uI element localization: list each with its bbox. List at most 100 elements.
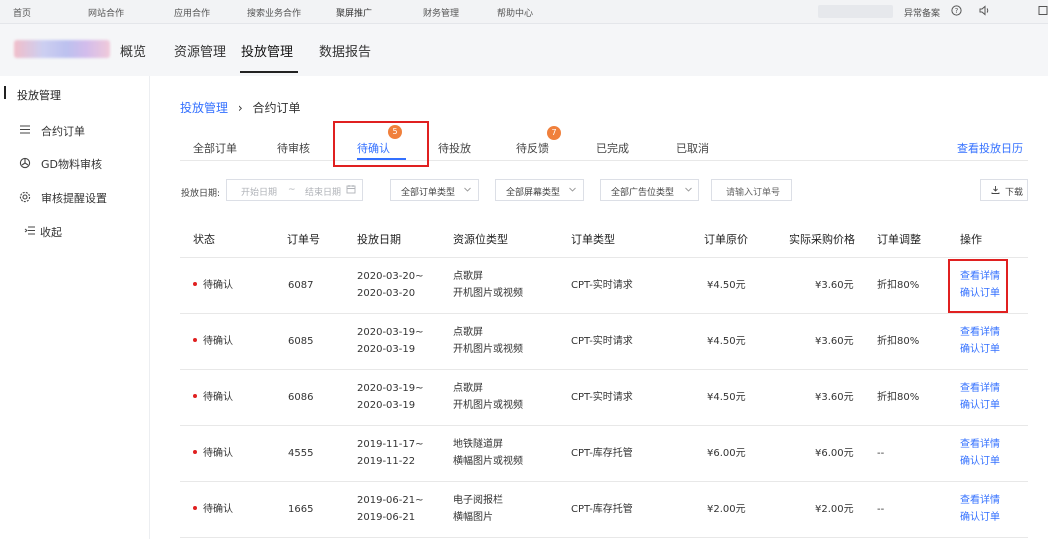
order-number-search[interactable]: 请输入订单号 — [711, 179, 792, 201]
col-delivery-date: 投放日期 — [357, 233, 401, 246]
sound-icon[interactable] — [978, 5, 991, 18]
row-order-id: 6087 — [288, 280, 314, 291]
download-button[interactable]: 下载 — [980, 179, 1028, 201]
row-date-end: 2020-03-19 — [357, 344, 416, 355]
row-actual-price: ¥6.00元 — [815, 448, 854, 459]
mainnav-overview[interactable]: 概览 — [120, 41, 146, 60]
row-order-id: 6085 — [288, 336, 314, 347]
row-adjustment: 折扣80% — [877, 336, 920, 347]
order-search-placeholder: 请输入订单号 — [726, 188, 781, 198]
sidebar-title-marker — [4, 86, 6, 99]
highlight-box-actions — [948, 259, 1008, 313]
sidebar-collapse[interactable]: 收起 — [23, 224, 62, 240]
row-resource-format: 开机图片或视频 — [453, 400, 523, 411]
end-date-placeholder: 结束日期 — [305, 188, 342, 198]
tab-pending-feedback[interactable]: 待反馈 — [516, 140, 549, 156]
status-dot — [193, 394, 197, 398]
row-date-start: 2020-03-19~ — [357, 383, 424, 394]
calendar-icon — [346, 184, 356, 197]
date-filter-label: 投放日期: — [181, 189, 221, 199]
sidebar-item-review-reminder[interactable]: 审核提醒设置 — [18, 190, 107, 206]
topnav-site-coop[interactable]: 网站合作 — [88, 6, 124, 19]
mainnav-resources[interactable]: 资源管理 — [174, 41, 226, 60]
row-original-price: ¥6.00元 — [707, 448, 746, 459]
breadcrumb-parent[interactable]: 投放管理 — [180, 101, 228, 115]
confirm-order-link[interactable]: 确认订单 — [960, 454, 1000, 470]
row-date-end: 2019-06-21 — [357, 512, 416, 523]
row-adjustment: 折扣80% — [877, 392, 920, 403]
help-icon[interactable]: ? — [950, 5, 963, 18]
row-order-id: 4555 — [288, 448, 314, 459]
view-details-link[interactable]: 查看详情 — [960, 381, 1000, 397]
sidebar-title: 投放管理 — [17, 89, 61, 102]
col-resource-type: 资源位类型 — [453, 233, 508, 246]
sidebar-item-gd-review[interactable]: GD物料审核 — [18, 156, 102, 172]
confirm-order-link[interactable]: 确认订单 — [960, 398, 1000, 414]
confirm-order-link[interactable]: 确认订单 — [960, 510, 1000, 526]
view-details-link[interactable]: 查看详情 — [960, 493, 1000, 509]
row-order-id: 6086 — [288, 392, 314, 403]
user-account-masked[interactable] — [818, 5, 893, 18]
topnav-finance[interactable]: 财务管理 — [423, 6, 459, 19]
row-date-end: 2020-03-19 — [357, 400, 416, 411]
sidebar: 投放管理 合约订单 GD物料审核 审核提醒设置 收起 — [0, 76, 150, 539]
col-adjustment: 订单调整 — [877, 233, 921, 246]
topnav-app-coop[interactable]: 应用合作 — [174, 6, 210, 19]
row-date-end: 2019-11-22 — [357, 456, 416, 467]
row-status-text: 待确认 — [203, 392, 233, 403]
mainnav-delivery[interactable]: 投放管理 — [241, 41, 293, 60]
screen-type-value: 全部屏幕类型 — [506, 188, 561, 198]
view-calendar-link[interactable]: 查看投放日历 — [957, 140, 1023, 156]
status-dot — [193, 338, 197, 342]
date-range-picker[interactable]: 开始日期 ~ 结束日期 — [226, 179, 363, 201]
svg-text:?: ? — [955, 7, 959, 15]
order-type-select[interactable]: 全部订单类型 — [390, 179, 479, 201]
status-dot — [193, 450, 197, 454]
col-order-type: 订单类型 — [571, 233, 615, 246]
col-original-price: 订单原价 — [704, 233, 748, 246]
tab-pending-delivery[interactable]: 待投放 — [438, 140, 471, 156]
window-icon[interactable] — [1036, 5, 1048, 18]
ad-slot-type-select[interactable]: 全部广告位类型 — [600, 179, 699, 201]
mainnav-reports[interactable]: 数据报告 — [319, 41, 371, 60]
confirm-order-link[interactable]: 确认订单 — [960, 342, 1000, 358]
table-row: 待确认 4555 2019-11-17~ 2019-11-22 地铁隧道屏 横幅… — [180, 426, 1028, 482]
topnav-screen-promo[interactable]: 聚屏推广 — [336, 6, 372, 19]
row-original-price: ¥4.50元 — [707, 336, 746, 347]
row-actual-price: ¥3.60元 — [815, 336, 854, 347]
topnav-home[interactable]: 首页 — [13, 6, 31, 19]
col-actions: 操作 — [960, 233, 982, 246]
tab-all-orders[interactable]: 全部订单 — [193, 140, 237, 156]
col-order-id: 订单号 — [287, 233, 320, 246]
view-details-link[interactable]: 查看详情 — [960, 325, 1000, 341]
row-original-price: ¥4.50元 — [707, 280, 746, 291]
download-label: 下载 — [1005, 188, 1024, 198]
row-date-end: 2020-03-20 — [357, 288, 416, 299]
row-date-start: 2020-03-19~ — [357, 327, 424, 338]
status-dot — [193, 506, 197, 510]
row-status-text: 待确认 — [203, 336, 233, 347]
view-details-link[interactable]: 查看详情 — [960, 437, 1000, 453]
collapse-icon — [23, 225, 37, 239]
sidebar-item-contract-orders[interactable]: 合约订单 — [18, 123, 85, 139]
tab-pending-review[interactable]: 待审核 — [277, 140, 310, 156]
row-resource-format: 横幅图片或视频 — [453, 456, 523, 467]
row-order-type: CPT-实时请求 — [571, 336, 633, 347]
mainnav-active-underline — [240, 71, 298, 73]
row-order-id: 1665 — [288, 504, 314, 515]
topnav-record[interactable]: 异常备案 — [904, 6, 940, 19]
content-area: 投放管理 › 合约订单 全部订单 待审核 待确认 5 待投放 待反馈 7 已完成… — [150, 76, 1048, 539]
brand-logo[interactable] — [14, 40, 110, 58]
row-status: 待确认 — [193, 446, 233, 462]
topnav-help[interactable]: 帮助中心 — [497, 6, 533, 19]
screen-type-select[interactable]: 全部屏幕类型 — [495, 179, 584, 201]
target-icon — [18, 157, 32, 172]
col-status: 状态 — [193, 233, 215, 246]
tab-cancelled[interactable]: 已取消 — [676, 140, 709, 156]
row-resource-format: 开机图片或视频 — [453, 288, 523, 299]
tab-completed[interactable]: 已完成 — [596, 140, 629, 156]
row-adjustment: -- — [877, 448, 885, 459]
topnav-search-coop[interactable]: 搜索业务合作 — [247, 6, 301, 19]
row-order-type: CPT-库存托管 — [571, 504, 633, 515]
row-status-text: 待确认 — [203, 280, 233, 291]
